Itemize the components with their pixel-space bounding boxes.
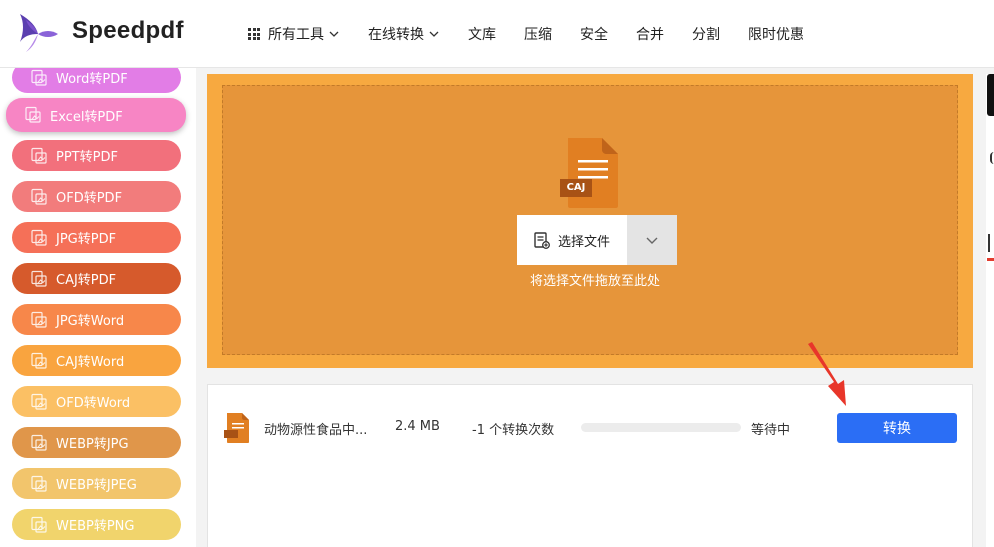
chevron-down-icon [329, 31, 339, 37]
nav-item-6[interactable]: 分割 [692, 24, 720, 44]
tool-image-icon [31, 516, 47, 533]
sidebar-item-label: OFD转PDF [56, 191, 123, 206]
sidebar-item-label: WEBP转JPG [56, 437, 129, 452]
sidebar-item-label: Word转PDF [56, 72, 128, 87]
sidebar-item-label: JPG转PDF [56, 232, 117, 247]
file-status: 等待中 [751, 423, 791, 438]
tool-image-icon [31, 475, 47, 492]
drop-hint: 将选择文件拖放至此处 [529, 274, 660, 289]
speedpdf-logo-icon[interactable] [16, 12, 60, 54]
right-side-panel [986, 74, 994, 547]
sidebar-item-8[interactable]: OFD转Word [12, 386, 181, 417]
main-nav: 所有工具 在线转换 文库 压缩 安全 合并 分割 限时优惠 [248, 0, 832, 68]
chevron-down-icon [429, 31, 439, 37]
file-size: 2.4 MB [395, 419, 440, 434]
sidebar-item-3[interactable]: OFD转PDF [12, 181, 181, 212]
nav-item-7[interactable]: 限时优惠 [748, 24, 804, 44]
nav-item-0[interactable]: 所有工具 [248, 24, 340, 44]
caj-file-icon [560, 138, 618, 208]
tool-image-icon [31, 188, 47, 205]
brand-name[interactable]: Speedpdf [72, 17, 184, 45]
tool-image-icon [25, 106, 41, 123]
right-panel-glyph [990, 152, 994, 164]
select-file-label: 选择文件 [557, 234, 610, 250]
nav-item-label: 文库 [468, 27, 496, 43]
nav-item-label: 分割 [692, 27, 720, 43]
right-panel-heading [988, 234, 994, 252]
chevron-down-icon [646, 237, 658, 244]
file-name: 动物源性食品中... [264, 423, 368, 438]
sidebar-item-9[interactable]: WEBP转JPG [12, 427, 181, 458]
nav-item-label: 压缩 [524, 27, 552, 43]
tool-image-icon [31, 270, 47, 287]
sidebar-item-5[interactable]: CAJ转PDF [12, 263, 181, 294]
sidebar-item-10[interactable]: WEBP转JPEG [12, 468, 181, 499]
nav-item-4[interactable]: 安全 [580, 24, 608, 44]
file-row-icon [224, 413, 249, 443]
page: Speedpdf 所有工具 在线转换 文库 压缩 安全 合并 分割 限时优惠 Word转PDF… [0, 0, 994, 547]
sidebar-item-7[interactable]: CAJ转Word [12, 345, 181, 376]
red-arrow-pointer-icon [808, 342, 846, 406]
tool-image-icon [31, 393, 47, 410]
sidebar-item-1[interactable]: Excel转PDF [6, 98, 186, 132]
nav-item-5[interactable]: 合并 [636, 24, 664, 44]
nav-item-3[interactable]: 压缩 [524, 24, 552, 44]
tool-image-icon [31, 147, 47, 164]
sidebar-item-label: CAJ转Word [56, 355, 125, 370]
tool-image-icon [31, 352, 47, 369]
nav-item-label: 合并 [636, 27, 664, 43]
convert-button[interactable]: 转换 [837, 413, 957, 443]
nav-item-label: 安全 [580, 27, 608, 43]
nav-item-1[interactable]: 在线转换 [368, 24, 440, 44]
sidebar-item-label: WEBP转PNG [56, 519, 135, 534]
conversion-progress-bar [581, 423, 741, 432]
nav-item-label: 在线转换 [368, 27, 424, 43]
sidebar-item-label: JPG转Word [56, 314, 125, 329]
right-panel-underline [987, 258, 994, 261]
nav-item-2[interactable]: 文库 [468, 24, 496, 44]
tool-image-icon [31, 229, 47, 246]
sidebar-item-4[interactable]: JPG转PDF [12, 222, 181, 253]
sidebar-item-label: OFD转Word [56, 396, 131, 411]
sidebar-item-0[interactable]: Word转PDF [12, 68, 181, 93]
select-file-main[interactable]: 选择文件 [517, 215, 627, 265]
conversion-count: -1 个转换次数 [472, 423, 555, 438]
right-panel-dark-block [987, 74, 994, 116]
tool-image-icon [31, 311, 47, 328]
file-type-label: CAJ [566, 182, 586, 193]
select-file-button[interactable]: 选择文件 [517, 215, 677, 265]
nav-item-label: 限时优惠 [748, 27, 804, 43]
select-source-dropdown[interactable] [627, 215, 677, 265]
sidebar-item-label: CAJ转PDF [56, 273, 117, 288]
sidebar-item-label: WEBP转JPEG [56, 478, 137, 493]
grid-menu-icon [248, 28, 260, 40]
sidebar-item-label: PPT转PDF [56, 150, 118, 165]
tool-sidebar: Word转PDF Excel转PDF PPT转PDF OFD转PDF JPG转PDF CA… [0, 68, 196, 547]
sidebar-item-label: Excel转PDF [50, 109, 123, 125]
nav-item-label: 所有工具 [268, 27, 324, 43]
tool-image-icon [31, 69, 47, 86]
document-add-icon [534, 231, 550, 249]
sidebar-item-2[interactable]: PPT转PDF [12, 140, 181, 171]
top-header: Speedpdf 所有工具 在线转换 文库 压缩 安全 合并 分割 限时优惠 [0, 0, 994, 68]
tool-image-icon [31, 434, 47, 451]
sidebar-item-11[interactable]: WEBP转PNG [12, 509, 181, 540]
sidebar-item-6[interactable]: JPG转Word [12, 304, 181, 335]
